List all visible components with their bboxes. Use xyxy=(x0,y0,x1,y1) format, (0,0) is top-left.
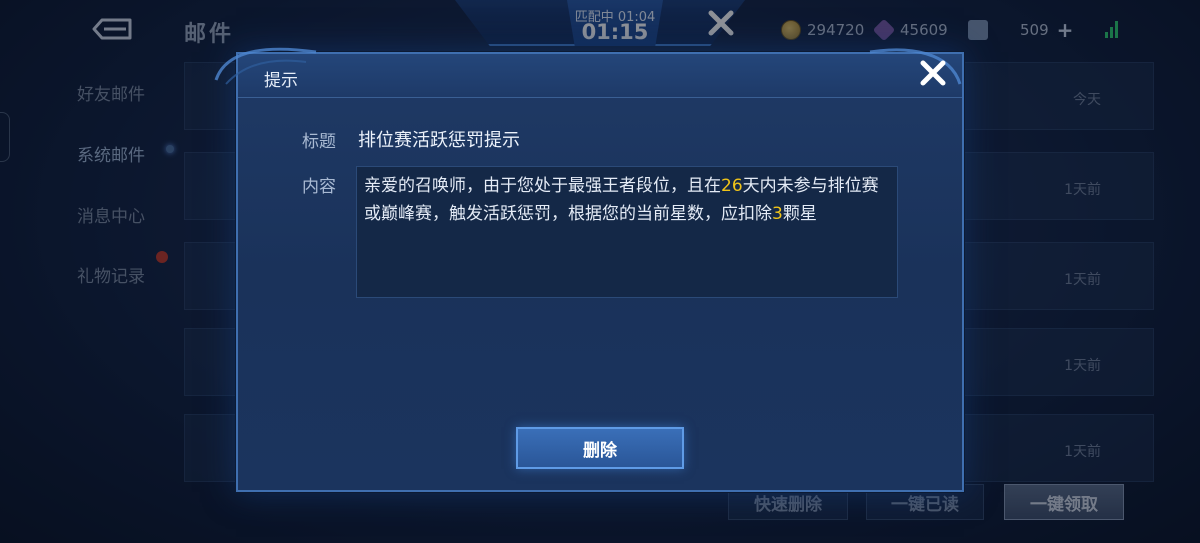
swirl-decoration-icon xyxy=(214,47,317,85)
swirl-decoration-icon xyxy=(869,48,962,85)
close-icon[interactable] xyxy=(916,56,950,90)
delete-button[interactable]: 删除 xyxy=(516,427,684,469)
subject-label: 标题 xyxy=(302,132,336,152)
inactive-days: 26 xyxy=(721,176,743,196)
dialog-header: 提示 xyxy=(238,54,962,98)
subject-value: 排位赛活跃惩罚提示 xyxy=(358,130,520,151)
star-deduction: 3 xyxy=(772,204,783,224)
content-label: 内容 xyxy=(302,177,336,197)
content-part: 颗星 xyxy=(782,204,817,224)
content-text: 亲爱的召唤师，由于您处于最强王者段位，且在26天内未参与排位赛或巅峰赛，触发活跃… xyxy=(364,172,894,228)
content-part: 亲爱的召唤师，由于您处于最强王者段位，且在 xyxy=(364,176,721,196)
